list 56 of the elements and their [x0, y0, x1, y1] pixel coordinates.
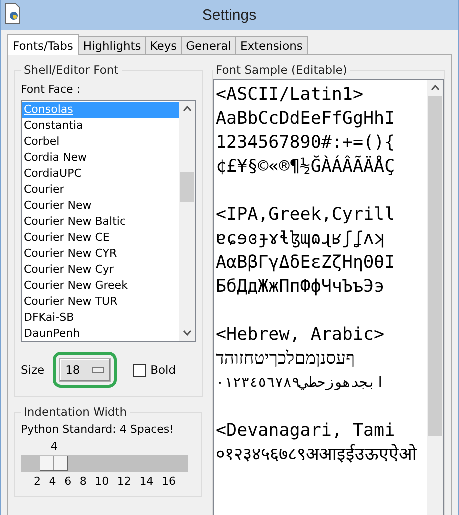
group-title: Indentation Width	[23, 405, 128, 419]
sample-line: ¢£¥§©«®¶½ĞÀÁÂÃÄÅÇ	[216, 155, 396, 179]
tick-label: 12	[117, 475, 132, 488]
sample-line: ०१२३४५६७८९अआइईउऊएऐओ	[216, 443, 418, 467]
size-dropdown[interactable]: 18	[58, 358, 111, 382]
sample-line: AaBbCcDdEeFfGgHhI	[216, 108, 396, 131]
sample-line: ابجدهوزحطي٠١٢٣٤٥٦٧٨٩	[216, 374, 386, 393]
list-item[interactable]: CordiaUPC	[22, 166, 179, 182]
slider-track[interactable]	[21, 455, 188, 472]
list-item[interactable]: Courier New Greek	[22, 278, 179, 294]
sample-line: БбДдЖжПпФфЧчЪъЭэ	[216, 276, 386, 299]
bold-checkbox[interactable]: Bold	[132, 363, 176, 377]
list-item[interactable]: Courier New	[22, 198, 179, 214]
list-item[interactable]: Courier	[22, 182, 179, 198]
tab[interactable]: Fonts/Tabs	[7, 34, 80, 55]
tick-label: 8	[80, 475, 87, 488]
list-item[interactable]: Courier New Baltic	[22, 214, 179, 230]
sample-line: <ASCII/Latin1>	[216, 84, 365, 107]
tick-label: 4	[49, 475, 56, 488]
group-title: Shell/Editor Font	[23, 63, 120, 77]
sample-line: ɐɕɘɞɟɤɬɮɰɷɻʁʃʆʌʞ	[216, 228, 386, 251]
window-title: Settings	[202, 6, 257, 24]
sample-line: <Devanagari, Tami	[216, 420, 396, 443]
list-item[interactable]: Constantia	[22, 118, 179, 134]
font-listbox[interactable]: Consolas Constantia Corbel Cordia New CordiaUPC Courier Courier New Courier New Baltic Courier New CE Courier New CYR Courier New Cyr Courier New Greek Courier New TUR DFKai-SB DaunPenh	[21, 100, 196, 342]
slider-thumb[interactable]	[40, 456, 68, 471]
list-item[interactable]: Corbel	[22, 134, 179, 150]
list-item[interactable]: Cordia New	[22, 150, 179, 166]
hint-text: Python Standard: 4 Spaces!	[21, 423, 176, 436]
list-item[interactable]: Courier New Cyr	[22, 262, 179, 278]
tick-label: 6	[64, 475, 72, 488]
tick-label: 2	[34, 475, 41, 488]
list-item[interactable]: Courier New TUR	[22, 294, 179, 310]
scrollbar-thumb[interactable]	[180, 172, 194, 202]
field-label: Font Face :	[21, 83, 81, 96]
tick-label: 16	[162, 475, 176, 488]
list-item[interactable]: DaunPenh	[22, 326, 179, 342]
field-label: Size	[21, 363, 45, 377]
slider-value: 4	[50, 440, 58, 453]
tick-label: 14	[140, 475, 154, 488]
list-item[interactable]: DFKai-SB	[22, 310, 179, 326]
scrollbar-thumb[interactable]	[428, 96, 442, 436]
group-title: Font Sample (Editable)	[215, 63, 348, 77]
tab[interactable]: Extensions	[235, 36, 308, 54]
list-item[interactable]: Courier New CE	[22, 230, 179, 246]
tab[interactable]: General	[181, 36, 236, 54]
sample-line: 1234567890#:+=(){	[216, 132, 396, 155]
tick-label: 10	[95, 475, 110, 488]
sample-line: <Hebrew, Arabic>	[216, 324, 386, 347]
tab[interactable]: Highlights	[78, 36, 146, 54]
sample-line: AαBβΓγΔδEεZζHηΘθI	[216, 252, 396, 275]
tab[interactable]: Keys	[145, 36, 182, 54]
app-icon	[4, 3, 22, 25]
sample-line: ףעסנןמםלכךיטחזוהד	[216, 348, 356, 371]
sample-line: <IPA,Greek,Cyrill	[216, 204, 396, 227]
list-item[interactable]: Courier New CYR	[22, 246, 179, 262]
